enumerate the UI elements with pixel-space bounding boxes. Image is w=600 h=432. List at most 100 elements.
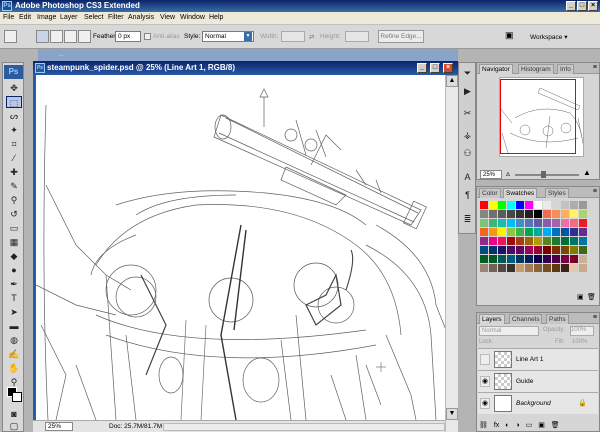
eye-icon[interactable]: ◉	[480, 376, 490, 387]
color-swatch[interactable]	[507, 237, 515, 245]
doc-minimize-button[interactable]: _	[417, 63, 427, 73]
tab-paths[interactable]: Paths	[546, 314, 569, 324]
color-swatch[interactable]	[489, 237, 497, 245]
gradient-tool-icon[interactable]: ▦	[6, 236, 22, 248]
color-swatch[interactable]	[543, 264, 551, 272]
color-swatch[interactable]	[480, 210, 488, 218]
menu-view[interactable]: View	[160, 14, 175, 21]
color-swatch[interactable]	[561, 201, 569, 209]
history-brush-tool-icon[interactable]: ↺	[6, 208, 22, 220]
color-swatch[interactable]	[543, 255, 551, 263]
layer-mask-icon[interactable]: ◐	[505, 422, 509, 429]
color-swatch[interactable]	[480, 228, 488, 236]
subtract-selection-mode-button[interactable]	[64, 30, 77, 43]
blur-tool-icon[interactable]: ◆	[6, 250, 22, 262]
color-swatch[interactable]	[507, 219, 515, 227]
actions-panel-icon[interactable]: ▶	[461, 85, 474, 98]
color-swatch[interactable]	[561, 210, 569, 218]
color-swatch[interactable]	[489, 264, 497, 272]
add-selection-mode-button[interactable]	[50, 30, 63, 43]
history-panel-icon[interactable]: ⏷	[461, 67, 474, 80]
color-swatch[interactable]	[525, 228, 533, 236]
color-swatch[interactable]	[552, 201, 560, 209]
color-swatch[interactable]	[552, 246, 560, 254]
new-layer-icon[interactable]: ▣	[538, 422, 545, 429]
color-swatch[interactable]	[552, 255, 560, 263]
color-swatch[interactable]	[480, 246, 488, 254]
new-swatch-icon[interactable]: ▣	[577, 293, 584, 301]
fill-value[interactable]: 100%	[572, 339, 587, 345]
panel-menu-icon[interactable]: ≡	[593, 314, 597, 321]
workspace-menu[interactable]: Workspace ▾	[530, 33, 567, 41]
background-document-tab[interactable]: ...	[38, 49, 458, 61]
3d-rotate-tool-icon[interactable]: ◍	[6, 334, 22, 346]
magic-wand-tool-icon[interactable]: ✦	[6, 124, 22, 136]
tab-navigator[interactable]: Navigator	[479, 64, 513, 74]
delete-layer-icon[interactable]: 🗑	[551, 422, 560, 429]
color-swatch[interactable]	[525, 219, 533, 227]
refine-edge-button[interactable]: Refine Edge...	[378, 30, 424, 43]
color-swatch[interactable]	[543, 246, 551, 254]
menu-file[interactable]: File	[3, 14, 14, 21]
color-swatch[interactable]	[507, 255, 515, 263]
menu-layer[interactable]: Layer	[60, 14, 78, 21]
color-swatch[interactable]	[534, 255, 542, 263]
color-swatch[interactable]	[561, 228, 569, 236]
color-swatch[interactable]	[561, 264, 569, 272]
tab-color[interactable]: Color	[479, 188, 501, 198]
lasso-tool-icon[interactable]: ᔕ	[6, 110, 22, 122]
color-swatch[interactable]	[570, 210, 578, 218]
tool-preset-picker[interactable]	[4, 30, 17, 43]
tab-layers[interactable]: Layers	[479, 314, 505, 324]
menu-image[interactable]: Image	[37, 14, 56, 21]
doc-close-button[interactable]: ×	[443, 63, 453, 73]
color-swatch[interactable]	[579, 255, 587, 263]
layer-visibility-toggle[interactable]	[480, 354, 490, 365]
color-swatch[interactable]	[570, 219, 578, 227]
tab-swatches[interactable]: Swatches	[503, 188, 538, 198]
color-swatch[interactable]	[561, 219, 569, 227]
menu-analysis[interactable]: Analysis	[128, 14, 154, 21]
quick-mask-icon[interactable]: ◙	[6, 408, 22, 420]
style-select[interactable]: Normal ▼	[202, 31, 254, 42]
color-swatch[interactable]	[552, 264, 560, 272]
color-swatch[interactable]	[507, 246, 515, 254]
path-selection-tool-icon[interactable]: ➤	[6, 306, 22, 318]
color-swatch[interactable]	[543, 237, 551, 245]
panel-menu-icon[interactable]: ≡	[593, 188, 597, 195]
color-swatch[interactable]	[507, 264, 515, 272]
bridge-icon[interactable]: ▣	[505, 30, 514, 41]
clone-stamp-tool-icon[interactable]: ⚲	[6, 194, 22, 206]
color-swatch[interactable]	[516, 237, 524, 245]
blend-mode-select[interactable]: Normal	[479, 326, 539, 336]
panel-menu-icon[interactable]: ≡	[593, 64, 597, 71]
color-swatch[interactable]	[579, 228, 587, 236]
brushes-panel-icon[interactable]: ⚶	[461, 129, 474, 142]
zoom-in-icon[interactable]: ▲	[583, 168, 591, 177]
color-swatch[interactable]	[579, 201, 587, 209]
color-swatch[interactable]	[543, 210, 551, 218]
color-swatch[interactable]	[489, 201, 497, 209]
vertical-scrollbar[interactable]: ▲ ▼	[445, 75, 458, 432]
link-layers-icon[interactable]: ⛓	[479, 422, 488, 429]
color-swatch[interactable]	[525, 255, 533, 263]
type-tool-icon[interactable]: T	[6, 292, 22, 304]
color-swatch[interactable]	[489, 246, 497, 254]
color-swatch[interactable]	[480, 201, 488, 209]
color-swatch[interactable]	[516, 264, 524, 272]
horizontal-scrollbar[interactable]	[163, 423, 445, 431]
color-swatch[interactable]	[552, 228, 560, 236]
color-swatch[interactable]	[525, 210, 533, 218]
intersect-selection-mode-button[interactable]	[78, 30, 91, 43]
close-button[interactable]: ×	[588, 1, 598, 11]
tool-presets-icon[interactable]: ✂	[461, 107, 474, 120]
antialias-checkbox[interactable]	[144, 33, 151, 40]
menu-window[interactable]: Window	[180, 14, 205, 21]
color-swatch[interactable]	[498, 201, 506, 209]
scroll-down-arrow-icon[interactable]: ▼	[446, 408, 458, 420]
color-swatch[interactable]	[498, 210, 506, 218]
color-swatch[interactable]	[561, 255, 569, 263]
color-swatch[interactable]	[507, 210, 515, 218]
pen-tool-icon[interactable]: ✒	[6, 278, 22, 290]
dodge-tool-icon[interactable]: ●	[6, 264, 22, 276]
